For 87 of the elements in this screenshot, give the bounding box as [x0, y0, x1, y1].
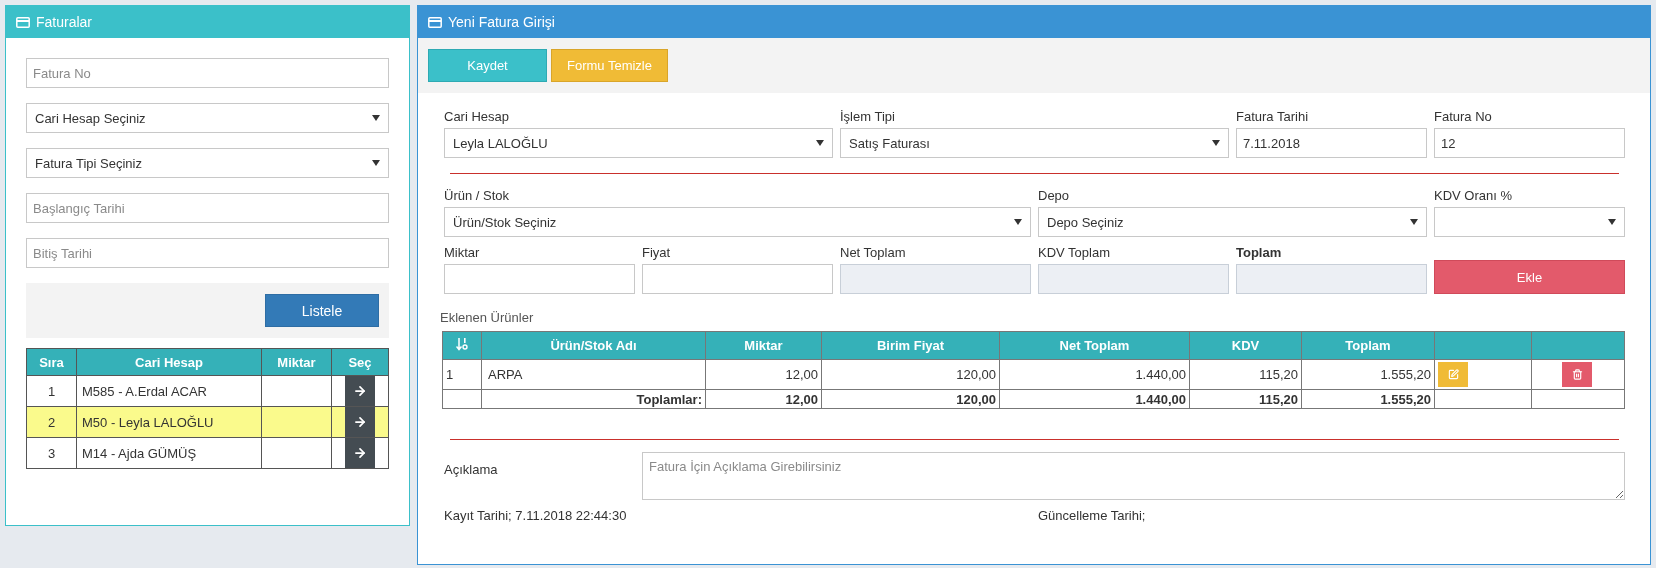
column-header: Cari Hesap	[76, 348, 262, 376]
field-label: Net Toplam	[840, 245, 907, 260]
timestamp-text: Güncelleme Tarihi;	[1038, 508, 1147, 523]
input-field[interactable]	[1038, 264, 1229, 294]
table-cell: 120,00	[821, 359, 1000, 390]
trash-icon	[1571, 369, 1583, 380]
input-field[interactable]: Fatura No	[26, 58, 389, 88]
table-cell: 1	[442, 359, 482, 390]
panel-title: Yeni Fatura Girişi	[448, 14, 555, 30]
arrow-right-icon	[353, 384, 367, 398]
table-cell: M585 - A.Erdal ACAR	[76, 375, 262, 407]
list-button[interactable]: Listele	[265, 294, 379, 327]
field-label: Açıklama	[444, 461, 499, 479]
field-label: Toplam	[1236, 245, 1283, 260]
credit-card-icon	[428, 16, 442, 28]
panel-title: Faturalar	[36, 14, 93, 30]
description-field[interactable]: Fatura İçin Açıklama Girebilirsiniz	[642, 452, 1625, 500]
column-header: Ürün/Stok Adı	[481, 331, 706, 360]
table-cell: 1.555,20	[1301, 359, 1435, 390]
column-header: Birim Fiyat	[821, 331, 1000, 360]
input-field[interactable]	[1236, 264, 1427, 294]
table-cell: ARPA	[481, 359, 706, 390]
table-cell: 1	[26, 375, 77, 407]
column-header: Miktar	[705, 331, 822, 360]
input-field[interactable]: Bitiş Tarihi	[26, 238, 389, 268]
section-title: Eklenen Ürünler	[440, 310, 535, 325]
field-label: Fiyat	[642, 245, 672, 260]
select-field[interactable]: Depo Seçiniz	[1038, 207, 1427, 237]
total-cell: 120,00	[821, 389, 1000, 409]
credit-card-icon	[16, 16, 30, 28]
select-field[interactable]: Cari Hesap Seçiniz	[26, 103, 389, 133]
field-label: KDV Toplam	[1038, 245, 1111, 260]
add-button[interactable]: Ekle	[1434, 260, 1625, 294]
column-header: Sıra	[26, 348, 77, 376]
caret-icon	[1410, 219, 1418, 225]
table-cell: M14 - Ajda GÜMÜŞ	[76, 437, 262, 469]
field-label: KDV Oranı %	[1434, 188, 1514, 203]
arrow-right-icon	[353, 446, 367, 460]
table-cell: M50 - Leyla LALOĞLU	[76, 406, 262, 438]
caret-icon	[1608, 219, 1616, 225]
timestamp-text: Kayıt Tarihi; 7.11.2018 22:44:30	[444, 508, 628, 523]
select-field[interactable]: Ürün/Stok Seçiniz	[444, 207, 1031, 237]
table-cell: 115,20	[1189, 359, 1302, 390]
total-cell: 12,00	[705, 389, 822, 409]
table-cell: 2	[26, 406, 77, 438]
field-label: Ürün / Stok	[444, 188, 511, 203]
totals-label: Toplamlar:	[481, 389, 706, 409]
edit-icon	[1447, 369, 1459, 380]
field-label: Miktar	[444, 245, 481, 260]
select-field[interactable]: Fatura Tipi Seçiniz	[26, 148, 389, 178]
field-label: Fatura Tarihi	[1236, 109, 1309, 124]
select-field[interactable]	[1434, 207, 1625, 237]
caret-icon	[1014, 219, 1022, 225]
select-button[interactable]	[345, 376, 375, 406]
caret-icon	[372, 115, 380, 121]
field-label: İşlem Tipi	[840, 109, 896, 124]
field-label: Cari Hesap	[444, 109, 511, 124]
column-header: Net Toplam	[999, 331, 1190, 360]
table-cell: 12,00	[705, 359, 822, 390]
caret-icon	[816, 140, 824, 146]
field-label: Depo	[1038, 188, 1071, 203]
input-field[interactable]	[444, 264, 635, 294]
select-button[interactable]	[345, 407, 375, 437]
table-cell: 1.440,00	[999, 359, 1190, 390]
caret-icon	[1212, 140, 1220, 146]
table-cell: 3	[26, 437, 77, 469]
column-header: Toplam	[1301, 331, 1435, 360]
delete-button[interactable]	[1562, 362, 1592, 387]
input-field[interactable]: 7.11.2018	[1236, 128, 1427, 158]
input-field[interactable]: 12	[1434, 128, 1625, 158]
total-cell: 115,20	[1189, 389, 1302, 409]
edit-button[interactable]	[1438, 362, 1468, 387]
input-field[interactable]	[642, 264, 833, 294]
select-field[interactable]: Leyla LALOĞLU	[444, 128, 833, 158]
total-cell: 1.440,00	[999, 389, 1190, 409]
select-field[interactable]: Satış Faturası	[840, 128, 1229, 158]
sort-icon	[456, 337, 468, 351]
column-header: KDV	[1189, 331, 1302, 360]
input-field[interactable]: Başlangıç Tarihi	[26, 193, 389, 223]
arrow-right-icon	[353, 415, 367, 429]
caret-icon	[372, 160, 380, 166]
select-button[interactable]	[345, 438, 375, 468]
column-header: Seç	[331, 348, 389, 376]
total-cell: 1.555,20	[1301, 389, 1435, 409]
field-label: Fatura No	[1434, 109, 1493, 124]
input-field[interactable]	[840, 264, 1031, 294]
column-header: Miktar	[261, 348, 332, 376]
